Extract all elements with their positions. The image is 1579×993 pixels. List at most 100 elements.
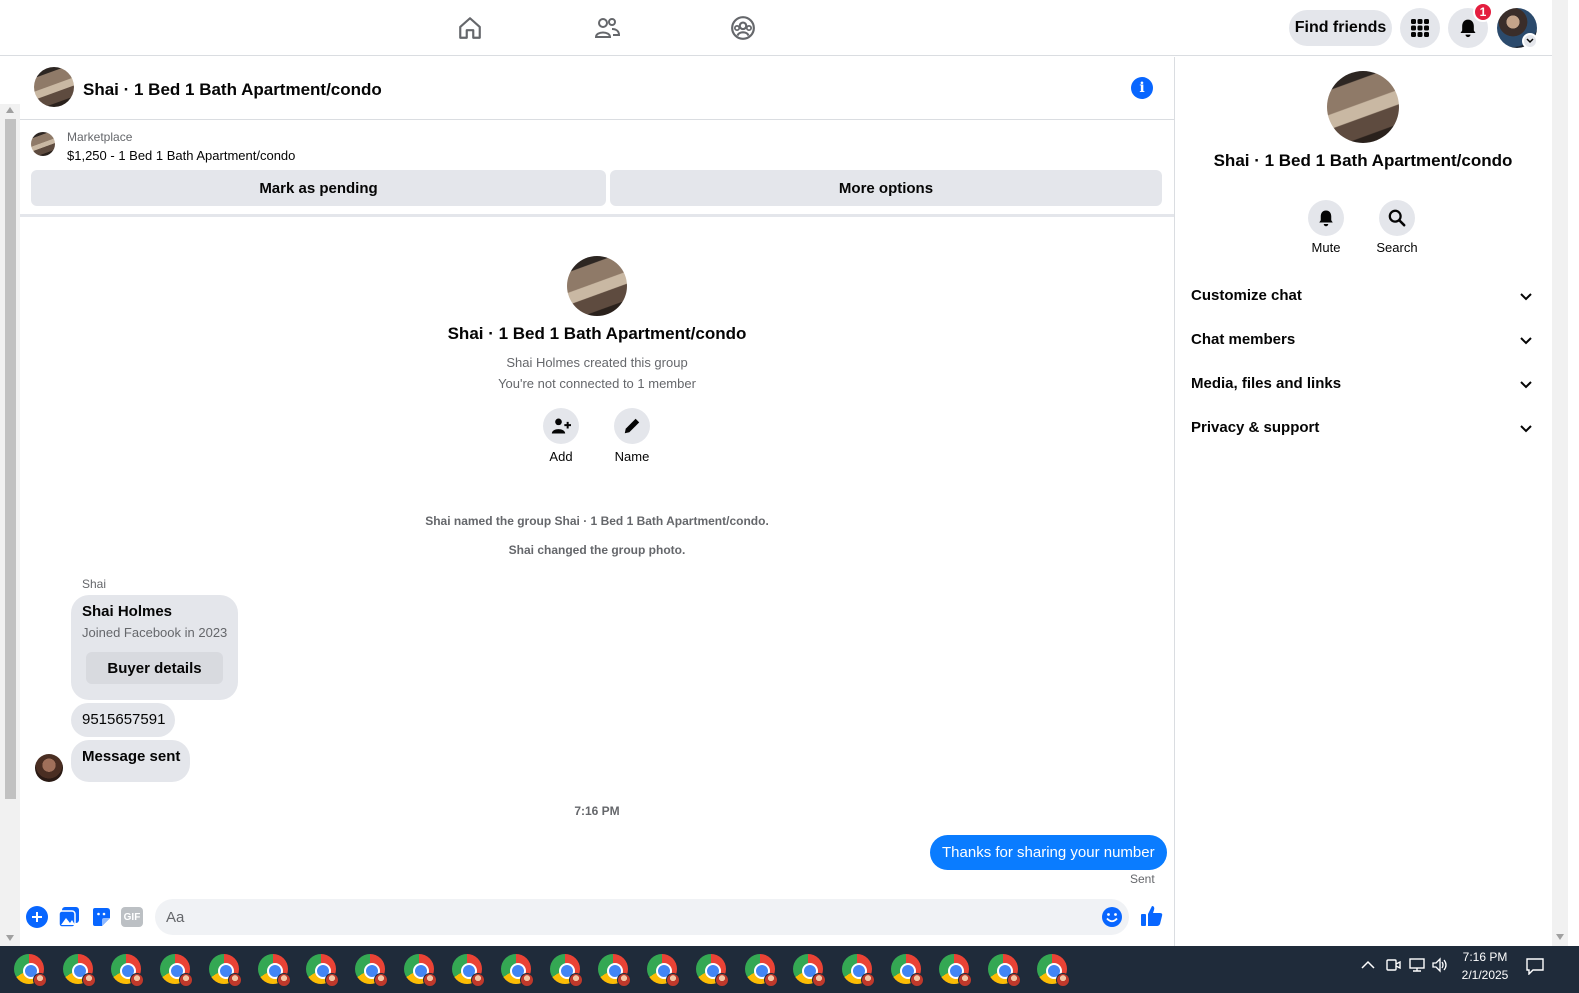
created-by-text: Shai Holmes created this group: [506, 355, 688, 370]
profile-badge-icon: [909, 973, 924, 987]
bell-icon: [1319, 210, 1333, 227]
browser-taskbar-icon[interactable]: [403, 954, 437, 987]
browser-taskbar-icon[interactable]: [160, 954, 194, 987]
network-icon[interactable]: [1408, 957, 1426, 973]
browser-taskbar-icon[interactable]: [939, 954, 973, 987]
group-photo-panel[interactable]: [1327, 71, 1399, 143]
menu-grid-button[interactable]: [1400, 8, 1440, 48]
message-status: Sent: [1130, 872, 1155, 886]
profile-badge-icon: [568, 973, 583, 987]
chat-members-section[interactable]: Chat members: [1191, 331, 1295, 348]
profile-badge-icon: [860, 973, 875, 987]
browser-taskbar-icon[interactable]: [890, 954, 924, 987]
mark-as-pending-button[interactable]: Mark as pending: [31, 170, 606, 206]
taskbar-date[interactable]: 2/1/2025: [1455, 968, 1515, 982]
volume-icon[interactable]: [1431, 957, 1449, 973]
browser-taskbar-icon[interactable]: [988, 954, 1021, 987]
message-text: 9515657591: [82, 711, 166, 728]
browser-taskbar-icon[interactable]: [501, 954, 534, 987]
browser-taskbar-icon[interactable]: [793, 954, 827, 987]
name-label: Name: [614, 449, 650, 464]
listing-title[interactable]: $1,250 - 1 Bed 1 Bath Apartment/condo: [67, 148, 295, 163]
message-input[interactable]: [155, 899, 1129, 935]
profile-badge-icon: [81, 973, 96, 987]
home-icon[interactable]: [454, 12, 486, 44]
privacy-support-section[interactable]: Privacy & support: [1191, 419, 1319, 436]
system-message: Shai changed the group photo.: [508, 543, 686, 557]
sticker-icon[interactable]: [90, 906, 112, 928]
chat-scrollbar-thumb[interactable]: [5, 119, 16, 799]
browser-taskbar-icon[interactable]: [695, 954, 729, 987]
notification-center-icon[interactable]: [1525, 957, 1545, 975]
search-icon: [1388, 209, 1406, 227]
profile-badge-icon: [714, 973, 729, 987]
chevron-down-icon[interactable]: [1522, 33, 1538, 49]
sender-avatar[interactable]: [35, 754, 63, 782]
notification-badge: 1: [1473, 2, 1493, 22]
profile-badge-icon: [179, 973, 194, 987]
chat-details-panel: [1174, 57, 1552, 946]
photo-icon[interactable]: [58, 906, 80, 928]
grid-icon: [1411, 19, 1429, 37]
profile-badge-icon: [422, 973, 437, 987]
outgoing-message[interactable]: Thanks for sharing your number: [930, 835, 1167, 870]
browser-taskbar-icon[interactable]: [208, 954, 242, 987]
browser-taskbar-icon[interactable]: [744, 954, 778, 987]
profile-badge-icon: [520, 973, 534, 987]
browser-taskbar-icon[interactable]: [452, 954, 486, 987]
browser-taskbar-icon[interactable]: [306, 954, 340, 987]
chevron-down-icon[interactable]: [1518, 421, 1534, 437]
divider: [20, 214, 1174, 217]
conversation-title[interactable]: Shai · 1 Bed 1 Bath Apartment/condo: [83, 80, 382, 100]
plus-icon[interactable]: [26, 906, 48, 928]
group-photo-large[interactable]: [567, 256, 627, 316]
browser-taskbar-icon[interactable]: [1036, 954, 1070, 987]
not-connected-text: You're not connected to 1 member: [498, 376, 696, 391]
chevron-up-icon[interactable]: [1361, 960, 1375, 970]
thumbs-up-icon[interactable]: [1140, 904, 1164, 928]
sender-name: Shai: [82, 577, 107, 591]
emoji-icon[interactable]: [1101, 906, 1123, 928]
gif-icon[interactable]: GIF: [121, 907, 143, 927]
message-input-placeholder: Aa: [166, 909, 185, 926]
chevron-down-icon[interactable]: [1518, 377, 1534, 393]
browser-taskbar-icon[interactable]: [111, 954, 145, 987]
info-icon[interactable]: i: [1131, 77, 1153, 99]
scroll-down-arrow-icon[interactable]: [6, 935, 14, 941]
browser-taskbar-icon[interactable]: [257, 954, 291, 987]
rename-button[interactable]: [614, 408, 650, 444]
add-member-button[interactable]: [543, 408, 579, 444]
buyer-details-button[interactable]: Buyer details: [86, 652, 223, 684]
browser-taskbar-icon[interactable]: [841, 954, 875, 987]
panel-title: Shai · 1 Bed 1 Bath Apartment/condo: [1213, 151, 1513, 170]
browser-taskbar-icon[interactable]: [14, 954, 47, 987]
groups-icon[interactable]: [727, 12, 759, 44]
window-scrollbar[interactable]: [1552, 0, 1568, 946]
scroll-up-arrow-icon[interactable]: [6, 107, 14, 113]
browser-taskbar-icon[interactable]: [62, 954, 96, 987]
listing-thumbnail[interactable]: [31, 132, 55, 156]
outgoing-message-text: Thanks for sharing your number: [942, 844, 1155, 861]
more-options-button[interactable]: More options: [610, 170, 1162, 206]
contact-card-joined: Joined Facebook in 2023: [82, 625, 228, 640]
browser-taskbar-icon[interactable]: [549, 954, 583, 987]
find-friends-button[interactable]: Find friends: [1289, 10, 1392, 46]
system-message: Shai named the group Shai · 1 Bed 1 Bath…: [425, 514, 769, 528]
search-button[interactable]: [1379, 200, 1415, 236]
browser-taskbar-icon[interactable]: [647, 954, 681, 987]
chevron-down-icon[interactable]: [1518, 333, 1534, 349]
customize-chat-section[interactable]: Customize chat: [1191, 287, 1302, 304]
chevron-down-icon[interactable]: [1518, 289, 1534, 305]
media-files-links-section[interactable]: Media, files and links: [1191, 375, 1341, 392]
meet-now-icon[interactable]: [1385, 957, 1401, 973]
group-photo[interactable]: [34, 67, 74, 107]
browser-taskbar-icon[interactable]: [354, 954, 388, 987]
browser-taskbar-icon[interactable]: [598, 954, 632, 987]
mute-button[interactable]: [1308, 200, 1344, 236]
taskbar-time[interactable]: 7:16 PM: [1455, 950, 1515, 964]
scroll-down-arrow-icon[interactable]: [1556, 934, 1564, 940]
friends-icon[interactable]: [591, 12, 623, 44]
profile-badge-icon: [1007, 973, 1021, 987]
bell-icon: [1460, 19, 1476, 38]
message-text: Message sent: [82, 748, 181, 765]
